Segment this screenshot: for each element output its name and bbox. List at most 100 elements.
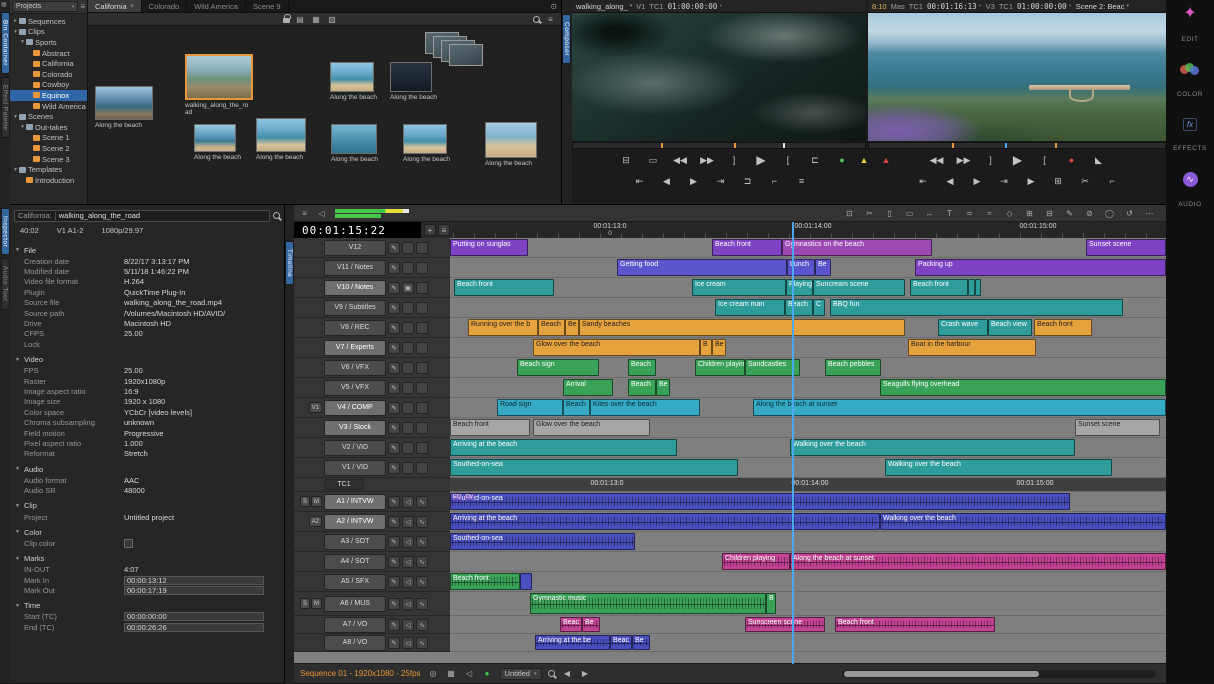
pencil-icon[interactable]: ✎ [388,619,400,631]
track-button-v12[interactable]: V12 [324,240,386,256]
clip-beach[interactable]: Beach [628,359,656,376]
tree-item-california[interactable]: California [10,58,87,69]
step-forward-icon[interactable]: ▶ [969,173,985,189]
source-record-toggle-icon[interactable]: ⊟ [618,152,634,168]
pencil-icon[interactable]: ✎ [388,302,400,314]
bin-clip-thumbnail[interactable] [194,124,236,152]
tree-item-sequences[interactable]: ▸Sequences [10,16,87,27]
scissors-icon[interactable]: ✂ [1077,173,1093,189]
monitor-label-tc1[interactable]: TC1 [909,2,923,11]
track-button-v10-notes[interactable]: V10 / Notes [324,280,386,296]
clip-beach-front[interactable]: Beach front [835,617,995,632]
clip-segment[interactable] [968,279,975,296]
clip-children-playing[interactable]: Children playing [722,553,790,570]
add-track-icon[interactable]: + [424,224,436,236]
speaker-icon[interactable]: ◁ [315,208,328,219]
rewind-icon[interactable]: ◀◀ [929,152,945,168]
mark-out-icon[interactable]: ] [983,152,999,168]
track-button-a1-intvw[interactable]: A1 / INTVW [324,494,386,510]
collapse-icon[interactable]: ▾ [12,114,19,120]
add-edit-icon[interactable]: ⊞ [1023,208,1036,219]
pencil-icon[interactable]: ✎ [388,598,400,610]
null-tool-icon[interactable]: ⊘ [1083,208,1096,219]
pencil-icon[interactable]: ✎ [388,576,400,588]
grid-icon[interactable]: ▦ [445,668,458,679]
monitor-label-v1[interactable]: V1 [636,2,645,11]
track-button-a6-mus[interactable]: A6 / MUS [324,596,386,612]
bin-tab-wild-america[interactable]: Wild America [187,0,246,12]
more-tools-icon[interactable]: ⋯ [1143,208,1156,219]
tree-item-abstract[interactable]: Abstract [10,48,87,59]
playhead-ruler-marker[interactable] [792,222,794,238]
track-button-tc1[interactable]: TC1 [324,479,364,490]
panel-tab-effect-palette[interactable]: Effect Palette [1,77,10,139]
mark-out-icon[interactable]: ] [726,152,742,168]
audio-monitor-icon[interactable]: ◁ [463,668,476,679]
go-to-start-icon[interactable]: ⇤ [915,173,931,189]
clip-southed-on-sea[interactable]: Southed-on-sea [450,459,738,476]
clip-suncream-scene[interactable]: Suncream scene [813,279,905,296]
lock-toggle-icon[interactable] [416,322,428,334]
waveform-toggle-icon[interactable]: ∿ [416,619,428,631]
bin-clip-thumbnail[interactable] [95,86,153,120]
section-header-video[interactable]: ▼Video [10,354,284,366]
track-lane-v12[interactable]: Putting on sunglasBeach frontGymnastics … [450,238,1166,258]
patch-button-s[interactable]: S [300,496,310,507]
circle-tool-icon[interactable]: ◯ [1103,208,1116,219]
speaker-toggle-icon[interactable]: ◁ [402,576,414,588]
clip-beach-pebbles[interactable]: Beach pebbles [825,359,881,376]
clip-ice-cream[interactable]: Ice cream [692,279,786,296]
waveform-toggle-icon[interactable]: ∿ [416,576,428,588]
bin-clip-thumbnail[interactable] [185,54,253,100]
lock-toggle-icon[interactable] [416,302,428,314]
lock-toggle-icon[interactable] [416,442,428,454]
keyframe-icon[interactable]: ◇ [1003,208,1016,219]
clip-beach[interactable]: Beach [628,379,656,396]
lock-icon[interactable] [283,18,290,23]
track-button-a7-vo[interactable]: A7 / VO [324,617,386,633]
pencil-icon[interactable]: ✎ [388,556,400,568]
undo-icon[interactable]: ↺ [1123,208,1136,219]
track-button-a2-intvw[interactable]: A2 / INTVW [324,514,386,530]
record-icon[interactable]: ● [1064,152,1080,168]
track-button-v2-vid[interactable]: V2 / VID [324,440,386,456]
step-backward-icon[interactable]: ◀ [942,173,958,189]
clip-be[interactable]: Be [582,617,600,632]
tree-item-introduction[interactable]: Introduction [10,175,87,186]
clip-arriving-at-the-beach[interactable]: Arriving at the beach [450,439,677,456]
clip-ice-cream-man[interactable]: Ice cream man [715,299,785,316]
mark-in-icon[interactable]: [ [780,152,796,168]
play-in-to-out-icon[interactable]: ⊐ [740,173,756,189]
clip-playing[interactable]: Playing [786,279,813,296]
clear-marks-icon[interactable]: ⌐ [767,173,783,189]
pencil-icon[interactable]: ✎ [388,282,400,294]
pencil-icon[interactable]: ✎ [388,536,400,548]
monitor-menu-00-01-16-13[interactable]: 00:01:16:13 [927,2,982,11]
clip-walking-over-the-beach[interactable]: Walking over the beach [880,513,1166,530]
pencil-icon[interactable]: ✎ [388,242,400,254]
clip-b[interactable]: B [766,593,776,614]
segment-extract-icon[interactable]: ▭ [903,208,916,219]
tree-item-colorado[interactable]: Colorado [10,69,87,80]
clip-road-sign[interactable]: Road sign [497,399,563,416]
clip-be[interactable]: Be [815,259,831,276]
track-button-v3-stock[interactable]: V3 / Stock [324,420,386,436]
tree-item-scene-3[interactable]: Scene 3 [10,154,87,165]
bin-tab-colorado[interactable]: Colorado [142,0,187,12]
lock-toggle-icon[interactable] [416,402,428,414]
clip-gymnastic-music[interactable]: Gymnastic music [530,593,766,614]
track-lane-v4-comp[interactable]: Road signBeachKites over the beachAlong … [450,398,1166,418]
pencil-icon[interactable]: ✎ [388,516,400,528]
bin-clip-thumbnail[interactable] [256,118,306,152]
waveform-toggle-icon[interactable]: ∿ [416,536,428,548]
clip-southed-on-sea[interactable]: Southed-on-sea [450,493,1070,510]
track-lane-v5-vfx[interactable]: ArrivalBeachBeSeagulls flying overhead [450,378,1166,398]
bin-clip-thumbnail[interactable] [330,62,374,92]
section-header-file[interactable]: ▼File [10,244,284,256]
center-playhead-icon[interactable]: ◎ [427,668,440,679]
track-button-v7-experts[interactable]: V7 / Experts [324,340,386,356]
track-lane-v11-notes[interactable]: Getting foodLunchBePacking up [450,258,1166,278]
bin-tab-scene-9[interactable]: Scene 9 [246,0,289,12]
clip-beach[interactable]: Beach [563,399,590,416]
go-to-start-icon[interactable]: ⇤ [632,173,648,189]
